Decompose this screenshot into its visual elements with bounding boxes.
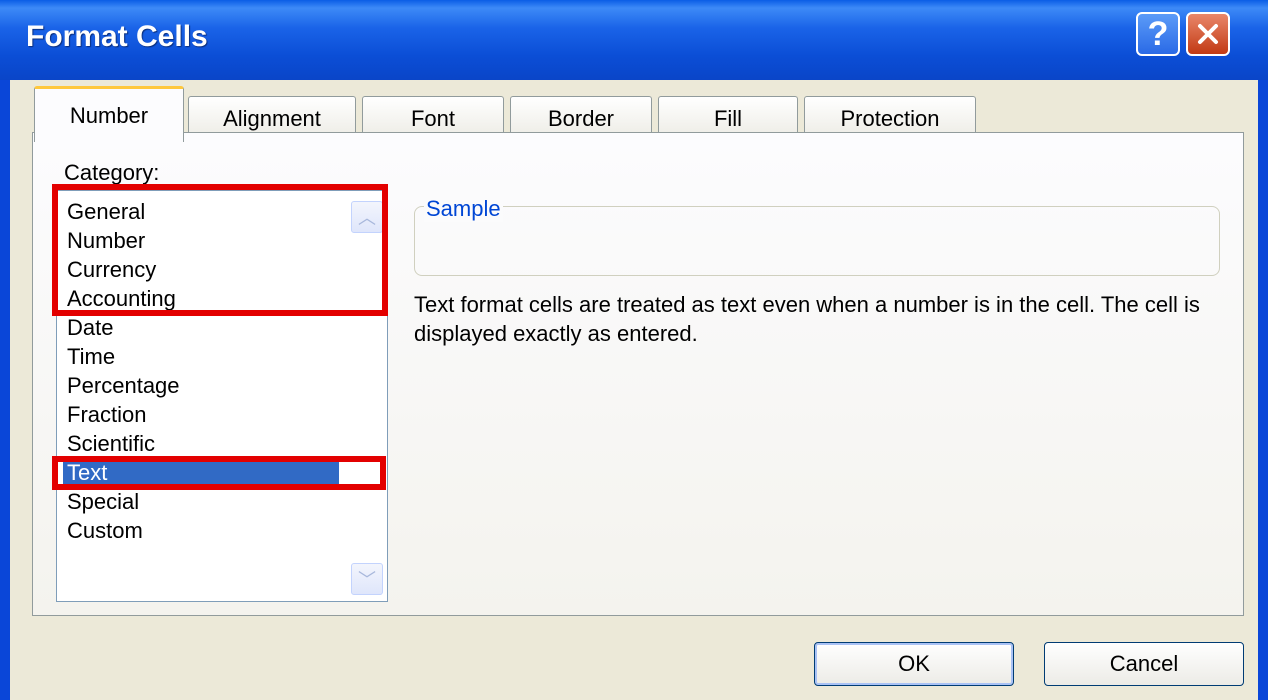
tab-number[interactable]: Number — [34, 86, 184, 142]
cancel-button[interactable]: Cancel — [1044, 642, 1244, 686]
chevron-down-icon: ﹀ — [358, 570, 376, 590]
tab-alignment-label: Alignment — [223, 105, 321, 131]
category-item-scientific[interactable]: Scientific — [63, 429, 339, 458]
tab-number-label: Number — [69, 102, 149, 128]
dialog-title: Format Cells — [26, 20, 208, 53]
ok-button-label: OK — [898, 651, 930, 676]
category-label: Category: — [64, 160, 160, 185]
tab-protection-label: Protection — [840, 105, 940, 131]
help-button[interactable]: ? — [1136, 12, 1180, 56]
close-button[interactable] — [1186, 12, 1230, 56]
highlight-box-text-category — [52, 456, 386, 490]
category-item-date[interactable]: Date — [63, 313, 339, 342]
tab-font-label: Font — [410, 105, 456, 131]
category-item-percentage[interactable]: Percentage — [63, 371, 339, 400]
question-mark-icon: ? — [1147, 14, 1169, 53]
tab-fill-label: Fill — [713, 105, 743, 131]
scroll-down-button[interactable]: ﹀ — [351, 563, 383, 595]
category-item-special[interactable]: Special — [63, 487, 339, 516]
category-item-fraction[interactable]: Fraction — [63, 400, 339, 429]
sample-groupbox — [414, 206, 1220, 276]
ok-button[interactable]: OK — [814, 642, 1014, 686]
close-icon — [1198, 24, 1218, 44]
format-description: Text format cells are treated as text ev… — [414, 292, 1200, 346]
tab-border-label: Border — [547, 105, 615, 131]
cancel-button-label: Cancel — [1109, 651, 1179, 676]
category-item-custom[interactable]: Custom — [63, 516, 339, 545]
sample-label: Sample — [424, 196, 503, 222]
title-bar[interactable]: Format Cells ? — [0, 0, 1268, 80]
category-item-time[interactable]: Time — [63, 342, 339, 371]
highlight-box-top-categories — [52, 184, 388, 316]
